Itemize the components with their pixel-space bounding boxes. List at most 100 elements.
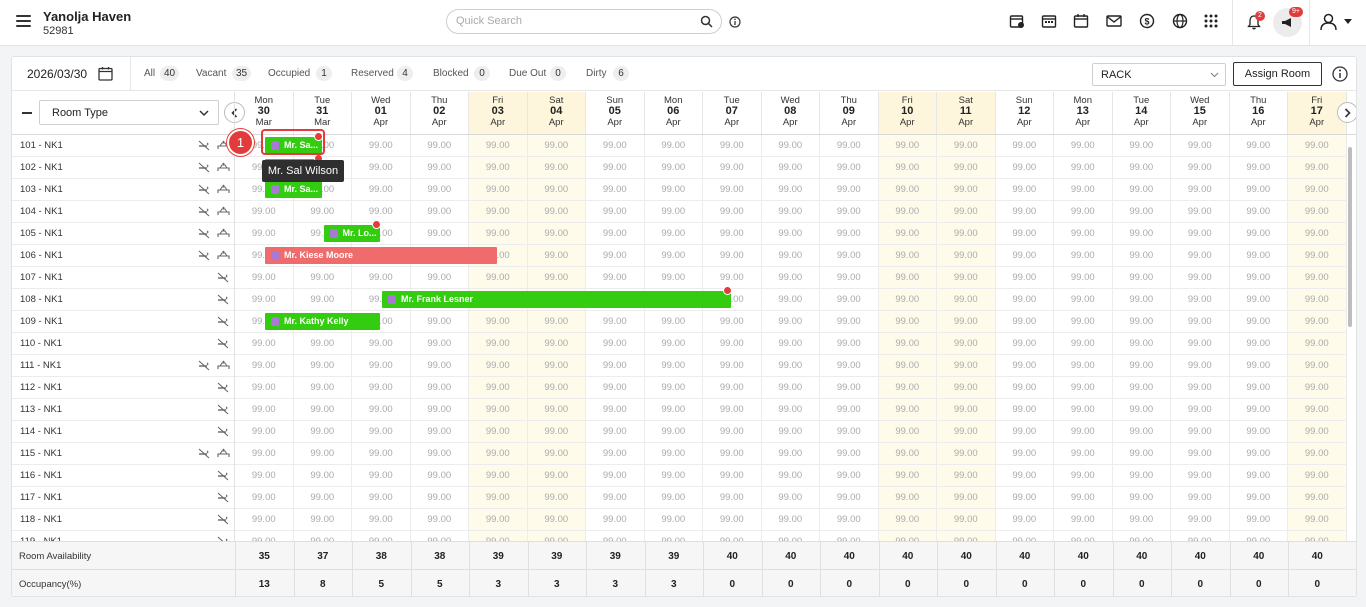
rate-cell[interactable]: 99.00 (1171, 465, 1230, 487)
room-row-label[interactable]: 101 - NK1 (12, 135, 234, 157)
rate-cell[interactable]: 99.00 (235, 377, 294, 399)
rate-cell[interactable]: 99.00 (703, 267, 762, 289)
rate-cell[interactable]: 99.00 (1112, 289, 1171, 311)
rate-cell[interactable]: 99.00 (352, 201, 411, 223)
rate-cell[interactable]: 99.00 (937, 509, 996, 531)
rate-cell[interactable]: 99.00 (644, 245, 703, 267)
rate-cell[interactable]: 99.00 (1229, 443, 1288, 465)
rate-cell[interactable]: 99.00 (410, 135, 469, 157)
rate-cell[interactable]: 99.00 (761, 443, 820, 465)
rate-cell[interactable]: 99.00 (1288, 421, 1347, 443)
rate-cell[interactable]: 99.00 (1112, 399, 1171, 421)
rate-cell[interactable]: 99.00 (1229, 487, 1288, 509)
room-row-label[interactable]: 115 - NK1 (12, 443, 234, 465)
rate-cell[interactable]: 99.00 (410, 465, 469, 487)
rate-cell[interactable]: 99.00 (761, 487, 820, 509)
filter-blocked[interactable]: Blocked (433, 68, 469, 79)
rate-cell[interactable]: 99.00 (937, 289, 996, 311)
rate-cell[interactable]: 99.00 (1229, 267, 1288, 289)
rate-cell[interactable]: 99.00 (469, 201, 528, 223)
reservation-bar[interactable]: Mr. Frank Lesner (382, 291, 731, 308)
rate-cell[interactable]: 99.00 (293, 399, 352, 421)
calendar-clock-icon[interactable] (1009, 13, 1025, 29)
rate-cell[interactable]: 99.00 (469, 267, 528, 289)
rate-cell[interactable]: 99.00 (586, 399, 645, 421)
calendar-icon[interactable] (98, 66, 113, 81)
rate-cell[interactable]: 99.00 (820, 487, 879, 509)
rate-cell[interactable]: 99.00 (703, 465, 762, 487)
rate-cell[interactable]: 99.00 (1171, 333, 1230, 355)
rate-cell[interactable]: 99.00 (352, 135, 411, 157)
rate-cell[interactable]: 99.00 (352, 509, 411, 531)
rate-cell[interactable]: 99.00 (761, 333, 820, 355)
rate-cell[interactable]: 99.00 (1054, 443, 1113, 465)
rate-cell[interactable]: 99.00 (352, 267, 411, 289)
filter-due-out[interactable]: Due Out (509, 68, 546, 79)
rate-cell[interactable]: 99.00 (410, 487, 469, 509)
rate-cell[interactable]: 99.00 (878, 201, 937, 223)
rate-cell[interactable]: 99.00 (410, 421, 469, 443)
rate-cell[interactable]: 99.00 (995, 267, 1054, 289)
rate-cell[interactable]: 99.00 (235, 399, 294, 421)
rate-cell[interactable]: 99.00 (469, 333, 528, 355)
rate-cell[interactable]: 99.00 (1229, 465, 1288, 487)
rate-cell[interactable]: 99.00 (1054, 311, 1113, 333)
rate-cell[interactable]: 99.00 (703, 443, 762, 465)
calendar-icon[interactable] (1073, 13, 1089, 29)
rate-cell[interactable]: 99.00 (1288, 465, 1347, 487)
rate-cell[interactable]: 99.00 (1112, 355, 1171, 377)
rate-cell[interactable]: 99.00 (820, 355, 879, 377)
rate-cell[interactable]: 99.00 (293, 509, 352, 531)
rate-cell[interactable]: 99.00 (703, 245, 762, 267)
rate-cell[interactable]: 99.00 (293, 289, 352, 311)
rate-cell[interactable]: 99.00 (469, 465, 528, 487)
reservation-bar[interactable]: Mr. Kiese Moore (265, 247, 497, 264)
rate-cell[interactable]: 99.00 (995, 223, 1054, 245)
rate-cell[interactable]: 99.00 (703, 311, 762, 333)
selected-date[interactable]: 2026/03/30 (27, 67, 87, 81)
filter-all[interactable]: All (144, 68, 155, 79)
rate-cell[interactable]: 99.00 (235, 333, 294, 355)
rate-cell[interactable]: 99.00 (469, 509, 528, 531)
rate-cell[interactable]: 99.00 (820, 179, 879, 201)
rate-cell[interactable]: 99.00 (293, 465, 352, 487)
rate-cell[interactable]: 99.00 (644, 355, 703, 377)
rate-cell[interactable]: 99.00 (820, 509, 879, 531)
rate-cell[interactable]: 99.00 (878, 509, 937, 531)
menu-icon[interactable] (16, 15, 31, 27)
rate-cell[interactable]: 99.00 (1229, 355, 1288, 377)
rate-cell[interactable]: 99.00 (1171, 179, 1230, 201)
room-type-select[interactable]: Room Type (39, 100, 219, 125)
rate-cell[interactable]: 99.00 (235, 421, 294, 443)
rate-cell[interactable]: 99.00 (995, 421, 1054, 443)
rate-cell[interactable]: 99.00 (1112, 267, 1171, 289)
rate-cell[interactable]: 99.00 (703, 377, 762, 399)
rate-cell[interactable]: 99.00 (995, 157, 1054, 179)
rate-cell[interactable]: 99.00 (761, 245, 820, 267)
rate-cell[interactable]: 99.00 (761, 311, 820, 333)
room-row-label[interactable]: 102 - NK1 (12, 157, 234, 179)
rate-cell[interactable]: 99.00 (878, 157, 937, 179)
rate-cell[interactable]: 99.00 (1288, 289, 1347, 311)
rate-cell[interactable]: 99.00 (527, 355, 586, 377)
rate-cell[interactable]: 99.00 (1288, 333, 1347, 355)
rate-cell[interactable]: 99.00 (1054, 355, 1113, 377)
rate-cell[interactable]: 99.00 (586, 201, 645, 223)
filter-vacant[interactable]: Vacant (196, 68, 226, 79)
rate-cell[interactable]: 99.00 (878, 245, 937, 267)
rate-cell[interactable]: 99.00 (469, 443, 528, 465)
rate-cell[interactable]: 99.00 (352, 443, 411, 465)
rate-cell[interactable]: 99.00 (1054, 487, 1113, 509)
rate-cell[interactable]: 99.00 (527, 465, 586, 487)
rate-cell[interactable]: 99.00 (761, 157, 820, 179)
rate-cell[interactable]: 99.00 (527, 201, 586, 223)
rate-cell[interactable]: 99.00 (1229, 245, 1288, 267)
rate-cell[interactable]: 99.00 (1054, 245, 1113, 267)
rate-cell[interactable]: 99.00 (293, 421, 352, 443)
next-dates-button[interactable] (1337, 102, 1356, 123)
rate-cell[interactable]: 99.00 (527, 157, 586, 179)
rate-cell[interactable]: 99.00 (937, 443, 996, 465)
rate-cell[interactable]: 99.00 (820, 465, 879, 487)
rate-cell[interactable]: 99.00 (878, 421, 937, 443)
rate-cell[interactable]: 99.00 (995, 355, 1054, 377)
